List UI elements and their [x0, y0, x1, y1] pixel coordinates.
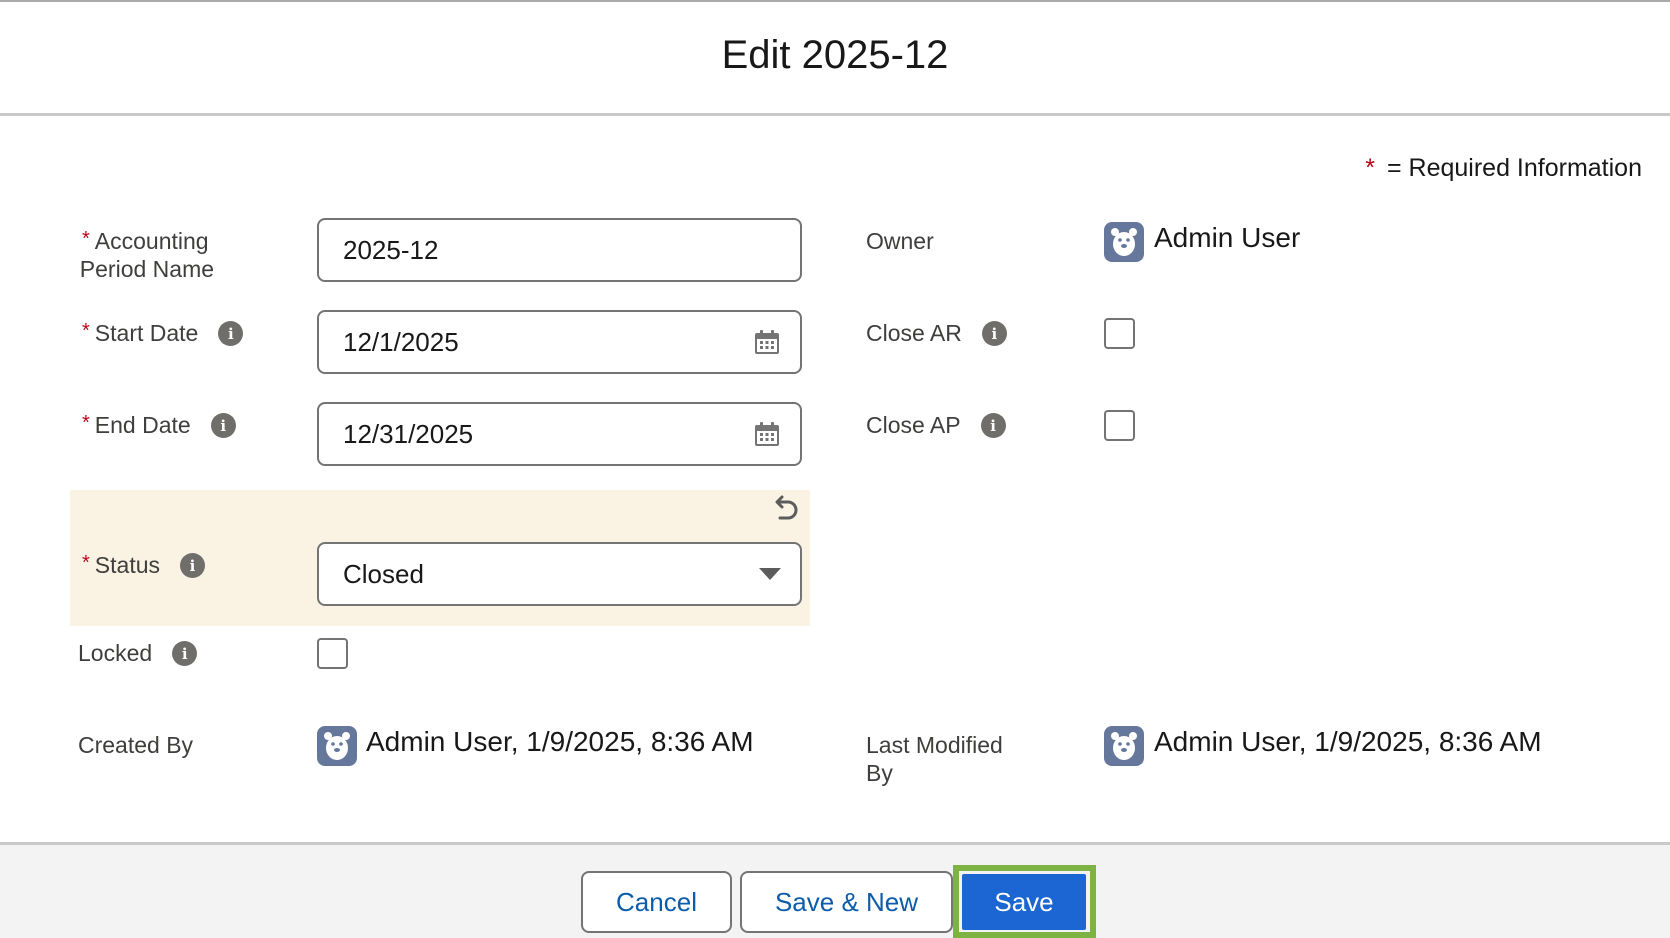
calendar-icon[interactable]	[754, 421, 780, 447]
status-value: Closed	[343, 558, 424, 589]
calendar-icon[interactable]	[754, 329, 780, 355]
end-date-value: 12/31/2025	[343, 418, 474, 449]
user-avatar-icon	[1104, 726, 1144, 766]
accounting-period-name-value: 2025-12	[343, 234, 439, 265]
start-date-label: * Start Date i	[82, 319, 244, 347]
modal-header: Edit 2025-12	[0, 2, 1670, 116]
required-star: *	[82, 552, 90, 574]
accounting-period-name-label: * Accounting Period Name	[79, 227, 215, 283]
required-star: *	[82, 228, 90, 250]
accounting-period-name-input[interactable]: 2025-12	[317, 218, 802, 282]
locked-label: Locked i	[78, 639, 198, 667]
owner-value[interactable]: Admin User	[1154, 222, 1300, 254]
close-ar-label: Close AR i	[866, 319, 1007, 347]
end-date-label: * End Date i	[82, 411, 236, 439]
chevron-down-icon[interactable]	[758, 567, 782, 581]
user-avatar-icon	[1104, 222, 1144, 262]
created-by-value[interactable]: Admin User, 1/9/2025, 8:36 AM	[366, 726, 754, 758]
required-star: *	[82, 412, 90, 434]
cancel-button[interactable]: Cancel	[581, 871, 732, 933]
required-information-text: = Required Information	[1386, 154, 1642, 182]
info-icon[interactable]: i	[210, 413, 236, 438]
info-icon[interactable]: i	[981, 321, 1007, 346]
bear-icon	[1111, 732, 1137, 760]
required-star: *	[82, 320, 90, 342]
last-modified-by-label: Last Modified By	[866, 732, 1003, 786]
close-ap-checkbox[interactable]	[1104, 410, 1135, 441]
info-icon[interactable]: i	[980, 413, 1006, 438]
bear-icon	[324, 732, 350, 760]
start-date-input[interactable]: 12/1/2025	[317, 310, 802, 374]
required-star: *	[1365, 154, 1375, 182]
status-select[interactable]: Closed	[317, 542, 802, 606]
undo-icon[interactable]	[770, 494, 800, 524]
locked-checkbox[interactable]	[317, 638, 348, 669]
status-label: * Status i	[82, 551, 206, 579]
owner-label: Owner	[866, 228, 934, 254]
end-date-input[interactable]: 12/31/2025	[317, 402, 802, 466]
close-ap-label: Close AP i	[866, 411, 1006, 439]
save-and-new-button[interactable]: Save & New	[740, 871, 953, 933]
required-information-legend: * = Required Information	[1365, 154, 1642, 183]
label-text: Accounting Period Name	[79, 228, 215, 282]
modal-title: Edit 2025-12	[721, 33, 949, 77]
info-icon[interactable]: i	[172, 641, 198, 666]
info-icon[interactable]: i	[218, 321, 244, 346]
info-icon[interactable]: i	[180, 553, 206, 578]
close-ar-checkbox[interactable]	[1104, 318, 1135, 349]
save-button[interactable]: Save	[962, 874, 1086, 930]
bear-icon	[1111, 228, 1137, 256]
start-date-value: 12/1/2025	[343, 326, 459, 357]
user-avatar-icon	[317, 726, 357, 766]
last-modified-by-value[interactable]: Admin User, 1/9/2025, 8:36 AM	[1154, 726, 1542, 758]
created-by-label: Created By	[78, 732, 194, 758]
